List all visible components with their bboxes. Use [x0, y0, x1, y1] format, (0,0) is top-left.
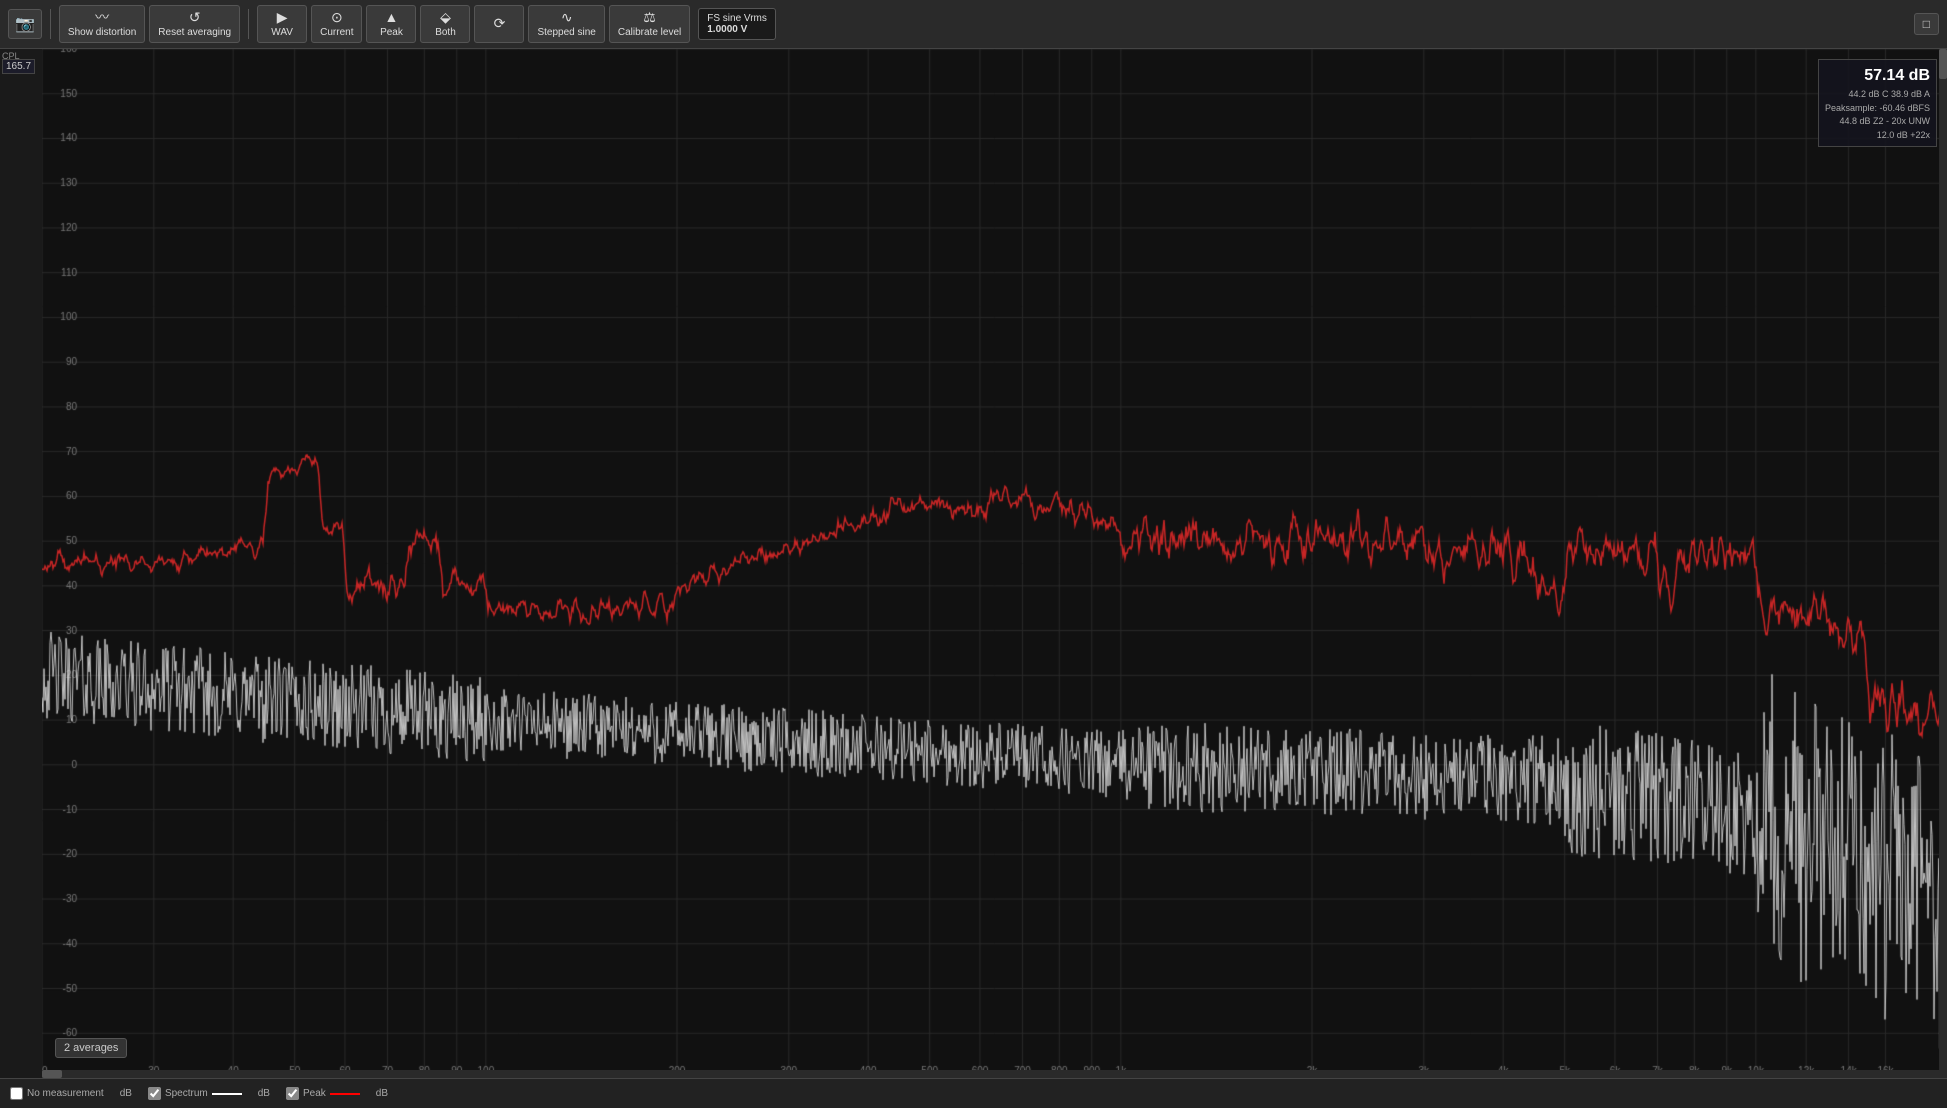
db-range-value: 165.7 — [2, 59, 35, 74]
spectrum-chart[interactable] — [42, 49, 1947, 1078]
horizontal-scrollbar-thumb[interactable] — [42, 1070, 62, 1078]
info-box: 57.14 dB 44.2 dB C 38.9 dB A Peaksample:… — [1818, 59, 1937, 147]
no-measurement-item: No measurement — [10, 1087, 104, 1100]
averages-badge: 2 averages — [55, 1038, 127, 1058]
chart-canvas-wrap — [42, 49, 1947, 1078]
toolbar: 📷 〰 Show distortion ↺ Reset averaging ▶ … — [0, 0, 1947, 49]
peak-checkbox[interactable] — [286, 1087, 299, 1100]
db-label: dB — [120, 1088, 132, 1099]
current-button[interactable]: ⊙ Current — [311, 5, 362, 43]
horizontal-scrollbar[interactable] — [42, 1070, 1947, 1078]
vertical-scrollbar[interactable] — [1939, 49, 1947, 1070]
loop-button[interactable]: ⟳ — [474, 5, 524, 43]
peak-label: Peak — [303, 1088, 326, 1099]
wav-button[interactable]: ▶ WAV — [257, 5, 307, 43]
db2-label-item: dB — [258, 1088, 270, 1099]
spectrum-item: Spectrum — [148, 1087, 242, 1100]
spectrum-checkbox[interactable] — [148, 1087, 161, 1100]
no-measurement-checkbox[interactable] — [10, 1087, 23, 1100]
db-label-item: dB — [120, 1088, 132, 1099]
show-distortion-button[interactable]: 〰 Show distortion — [59, 5, 145, 43]
spectrum-legend-line — [212, 1093, 242, 1095]
y-axis: CPL 165.7 — [0, 49, 42, 1078]
fs-display: FS sine Vrms 1.0000 V — [698, 8, 776, 40]
vertical-scrollbar-thumb[interactable] — [1939, 49, 1947, 79]
info-line3: 44.8 dB Z2 - 20x UNW — [1825, 115, 1930, 129]
calibrate-level-button[interactable]: ⚖ Calibrate level — [609, 5, 690, 43]
spectrum-label: Spectrum — [165, 1088, 208, 1099]
camera-button[interactable]: 📷 — [8, 9, 42, 39]
chart-area: CPL 165.7 57.14 dB 44.2 dB C 38.9 dB A P… — [0, 49, 1947, 1078]
info-line4: 12.0 dB +22x — [1825, 129, 1930, 143]
db2-label: dB — [258, 1088, 270, 1099]
reset-averaging-button[interactable]: ↺ Reset averaging — [149, 5, 240, 43]
db3-label: dB — [376, 1088, 388, 1099]
peak-button[interactable]: ▲ Peak — [366, 5, 416, 43]
info-line1: 44.2 dB C 38.9 dB A — [1825, 88, 1930, 102]
info-line2: Peaksample: -60.46 dBFS — [1825, 102, 1930, 116]
peak-item: Peak — [286, 1087, 360, 1100]
both-button[interactable]: ⬙ Both — [420, 5, 470, 43]
main-db-value: 57.14 dB — [1825, 64, 1930, 88]
window-control-button[interactable]: □ — [1914, 13, 1939, 35]
no-measurement-label: No measurement — [27, 1088, 104, 1099]
stepped-sine-button[interactable]: ∿ Stepped sine — [528, 5, 604, 43]
db3-label-item: dB — [376, 1088, 388, 1099]
peak-legend-line — [330, 1093, 360, 1095]
status-bar: No measurement dB Spectrum dB Peak dB — [0, 1078, 1947, 1108]
